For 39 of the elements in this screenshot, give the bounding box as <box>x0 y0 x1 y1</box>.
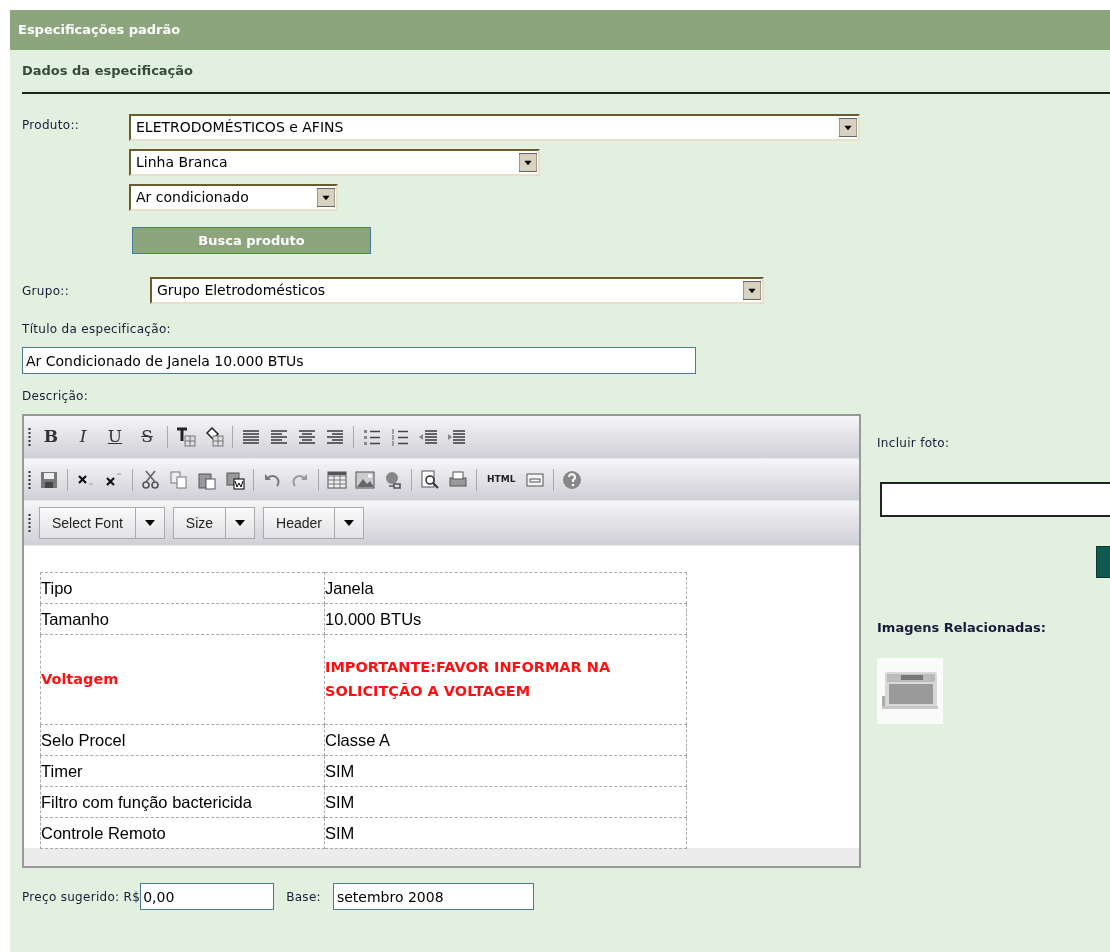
spec-name: Voltagem <box>40 634 325 725</box>
field-label: Incluir foto: <box>877 435 951 452</box>
spec-value: 10.000 BTUs <box>324 603 687 635</box>
spec-name: Selo Procel <box>40 724 325 756</box>
font-dropdown[interactable]: Header <box>263 507 364 539</box>
page-title: Especificações padrão <box>18 21 181 40</box>
italic-button[interactable]: I <box>71 425 95 449</box>
dropdown-select[interactable]: ELETRODOMÉSTICOS e AFINS <box>129 114 860 141</box>
spec-name: Controle Remoto <box>40 817 325 849</box>
field-label: Produto:: <box>22 117 81 134</box>
html-button[interactable]: HTML <box>485 472 518 487</box>
field-label: Título da especificação: <box>22 321 172 338</box>
field-label: Descrição: <box>22 388 90 405</box>
base-input[interactable]: setembro 2008 <box>332 883 534 910</box>
underline-button[interactable]: U <box>103 425 127 449</box>
spec-value: IMPORTANTE:FAVOR INFORMAR NA SOLICITÇÃO A VOLTAGEM <box>324 634 687 725</box>
dropdown-select[interactable]: Grupo Eletrodomésticos <box>150 277 764 304</box>
spec-value: SIM <box>324 817 687 849</box>
dropdown-select[interactable]: Linha Branca <box>129 149 540 176</box>
spec-value: Classe A <box>324 724 687 756</box>
field-label: Base: <box>286 888 321 906</box>
spec-value: SIM <box>324 755 687 787</box>
spec-name: Tamanho <box>40 603 325 635</box>
dropdown-select[interactable]: Ar condicionado <box>129 184 338 211</box>
spec-name: Timer <box>40 755 325 787</box>
font-dropdown[interactable]: Select Font <box>39 507 165 539</box>
spec-value: Janela <box>324 572 687 604</box>
section-title: Dados da especificação <box>22 62 194 81</box>
bold-button[interactable]: B <box>39 425 63 449</box>
strikethrough-button[interactable]: S <box>135 425 159 449</box>
title-input[interactable]: Ar Condicionado de Janela 10.000 BTUs <box>22 347 696 374</box>
section-label: Imagens Relacionadas: <box>877 619 1047 637</box>
field-label: Preço sugerido: R$ <box>22 888 141 906</box>
field-label: Grupo:: <box>22 282 70 300</box>
spec-name: Tipo <box>40 572 325 604</box>
spec-name: Filtro com função bactericida <box>40 786 325 818</box>
font-dropdown[interactable]: Size <box>172 507 256 539</box>
price-input[interactable]: 0,00 <box>140 883 275 910</box>
spec-value: SIM <box>324 786 687 818</box>
